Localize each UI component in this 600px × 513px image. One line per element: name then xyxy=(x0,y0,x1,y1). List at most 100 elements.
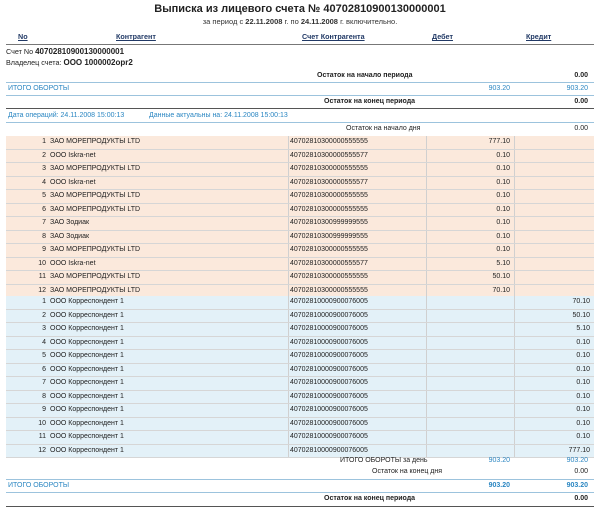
table-row[interactable]: 8 ЗАО Зодиак 40702810300999999555 0.10 xyxy=(6,230,594,244)
column-separator xyxy=(514,190,515,203)
closing-balance-bottom-label: Остаток на конец периода xyxy=(324,495,416,502)
counterparty-name: ООО Корреспондент 1 xyxy=(50,352,124,359)
col-header-counterparty[interactable]: Контрагент xyxy=(116,32,156,41)
credit-amount: 0.10 xyxy=(576,365,590,373)
column-separator xyxy=(426,257,427,270)
day-totals-debit: 903.20 xyxy=(488,457,510,464)
column-separator xyxy=(426,244,427,257)
row-number: 3 xyxy=(42,325,46,332)
counterparty-name: ЗАО МОРЕПРОДУКТЫ LTD xyxy=(50,165,141,172)
opening-balance-value: 0.00 xyxy=(574,72,588,79)
table-row[interactable]: 7 ЗАО Зодиак 40702810300999999555 0.10 xyxy=(6,217,594,231)
column-separator xyxy=(426,190,427,203)
column-separator xyxy=(426,271,427,284)
counterparty-name: ООО Корреспондент 1 xyxy=(50,338,124,346)
table-row[interactable]: 9 ООО Корреспондент 1 40702810000900076005… xyxy=(6,404,594,418)
credit-amount: 0.10 xyxy=(576,419,590,427)
column-separator xyxy=(514,350,515,363)
table-row[interactable]: 4 ООО Корреспондент 1 40702810000900076005… xyxy=(6,336,594,350)
table-row[interactable]: 10 ООО Iskra-net 40702810300000555577 5.10 xyxy=(6,257,594,271)
opening-balance-label: Остаток на начало периода xyxy=(317,72,413,79)
table-row[interactable]: 9 ЗАО МОРЕПРОДУКТЫ LTD 4070281030000055555… xyxy=(6,244,594,258)
closing-balance-top-row: Остаток на конец периода 0.00 xyxy=(6,97,594,107)
column-separator xyxy=(514,431,515,444)
column-separator xyxy=(288,336,289,349)
table-row[interactable]: 2 ООО Корреспондент 1 40702810000900076005… xyxy=(6,309,594,323)
row-number: 7 xyxy=(42,219,46,226)
credit-amount: 70.10 xyxy=(572,298,590,305)
column-separator xyxy=(514,377,515,390)
column-separator xyxy=(514,363,515,376)
row-number: 9 xyxy=(42,406,46,413)
table-row[interactable]: 8 ООО Корреспондент 1 40702810000900076005… xyxy=(6,390,594,404)
counterparty-name: ЗАО МОРЕПРОДУКТЫ LTD xyxy=(50,205,141,213)
table-row[interactable]: 1 ЗАО МОРЕПРОДУКТЫ LTD 4070281030000055555… xyxy=(6,136,594,150)
row-number: 4 xyxy=(42,178,46,186)
column-separator xyxy=(426,149,427,162)
counterparty-account: 40702810000900076005 xyxy=(290,298,368,305)
closing-balance-top-value: 0.00 xyxy=(574,98,588,105)
row-number: 2 xyxy=(42,151,46,159)
column-separator xyxy=(426,323,427,336)
debit-amount: 0.10 xyxy=(496,219,510,226)
column-separator xyxy=(426,136,427,149)
closing-balance-top-label: Остаток на конец периода xyxy=(324,98,416,105)
counterparty-name: ООО Корреспондент 1 xyxy=(50,392,124,400)
debit-amount: 0.10 xyxy=(496,246,510,253)
counterparty-name: ООО Корреспондент 1 xyxy=(50,433,124,440)
row-number: 8 xyxy=(42,392,46,400)
table-row[interactable]: 7 ООО Корреспондент 1 40702810000900076005… xyxy=(6,377,594,391)
column-separator xyxy=(426,309,427,322)
counterparty-name: ООО Корреспондент 1 xyxy=(50,311,124,319)
column-separator xyxy=(514,176,515,189)
counterparty-account: 40702810000900076005 xyxy=(290,365,368,373)
column-separator xyxy=(288,309,289,322)
table-row[interactable]: 3 ЗАО МОРЕПРОДУКТЫ LTD 4070281030000055555… xyxy=(6,163,594,177)
statement-page: Выписка из лицевого счета № 407028109001… xyxy=(0,0,600,513)
column-separator xyxy=(514,257,515,270)
column-separator xyxy=(426,350,427,363)
debit-amount: 50.10 xyxy=(492,273,510,280)
column-separator xyxy=(426,404,427,417)
column-separator xyxy=(514,296,515,309)
account-number-label: Счет No xyxy=(6,47,34,56)
counterparty-account: 40702810000900076005 xyxy=(290,379,368,386)
counterparty-account: 40702810000900076005 xyxy=(290,406,368,413)
closing-balance-bottom-value: 0.00 xyxy=(574,495,588,502)
table-row[interactable]: 2 ООО Iskra-net 40702810300000555577 0.10 xyxy=(6,149,594,163)
counterparty-account: 40702810000900076005 xyxy=(290,433,368,440)
table-row[interactable]: 11 ООО Корреспондент 1 4070281000090007600… xyxy=(6,431,594,445)
account-number-value: 40702810900130000001 xyxy=(35,47,125,56)
credit-amount: 0.10 xyxy=(576,352,590,359)
table-row[interactable]: 3 ООО Корреспондент 1 40702810000900076005… xyxy=(6,323,594,337)
debit-amount: 0.10 xyxy=(496,232,510,240)
counterparty-account: 40702810000900076005 xyxy=(290,392,368,400)
col-header-debit[interactable]: Дебет xyxy=(432,32,453,41)
table-row[interactable]: 5 ООО Корреспондент 1 40702810000900076005… xyxy=(6,350,594,364)
col-header-credit[interactable]: Кредит xyxy=(526,32,551,41)
period-suffix: г. включительно. xyxy=(340,17,398,26)
debit-amount: 0.10 xyxy=(496,178,510,186)
table-row[interactable]: 1 ООО Корреспондент 1 40702810000900076005… xyxy=(6,296,594,310)
column-separator xyxy=(426,390,427,403)
day-closing-label: Остаток на конец дня xyxy=(372,468,443,475)
column-separator xyxy=(514,136,515,149)
table-row[interactable]: 6 ЗАО МОРЕПРОДУКТЫ LTD 4070281030000055555… xyxy=(6,203,594,217)
column-separator xyxy=(288,404,289,417)
totals-top-debit: 903.20 xyxy=(488,85,510,92)
day-totals-label: ИТОГО ОБОРОТЫ за день xyxy=(340,457,428,464)
table-row[interactable]: 5 ЗАО МОРЕПРОДУКТЫ LTD 4070281030000055555… xyxy=(6,190,594,204)
divider xyxy=(6,492,594,493)
table-row[interactable]: 6 ООО Корреспондент 1 40702810000900076005… xyxy=(6,363,594,377)
table-row[interactable]: 4 ООО Iskra-net 40702810300000555577 0.10 xyxy=(6,176,594,190)
table-row[interactable]: 10 ООО Корреспондент 1 4070281000090007600… xyxy=(6,417,594,431)
column-separator xyxy=(426,163,427,176)
period-date-to: 24.11.2008 xyxy=(300,17,338,26)
operations-date: Дата операций: 24.11.2008 15:00:13 xyxy=(8,112,125,119)
table-row[interactable]: 11 ЗАО МОРЕПРОДУКТЫ LTD 407028103000005555… xyxy=(6,271,594,285)
credit-amount: 0.10 xyxy=(576,433,590,440)
col-header-no[interactable]: No xyxy=(18,32,28,41)
counterparty-name: ЗАО МОРЕПРОДУКТЫ LTD xyxy=(50,138,141,145)
day-closing-value: 0.00 xyxy=(574,468,588,475)
col-header-counterparty-account[interactable]: Счет Контрагента xyxy=(302,32,365,41)
